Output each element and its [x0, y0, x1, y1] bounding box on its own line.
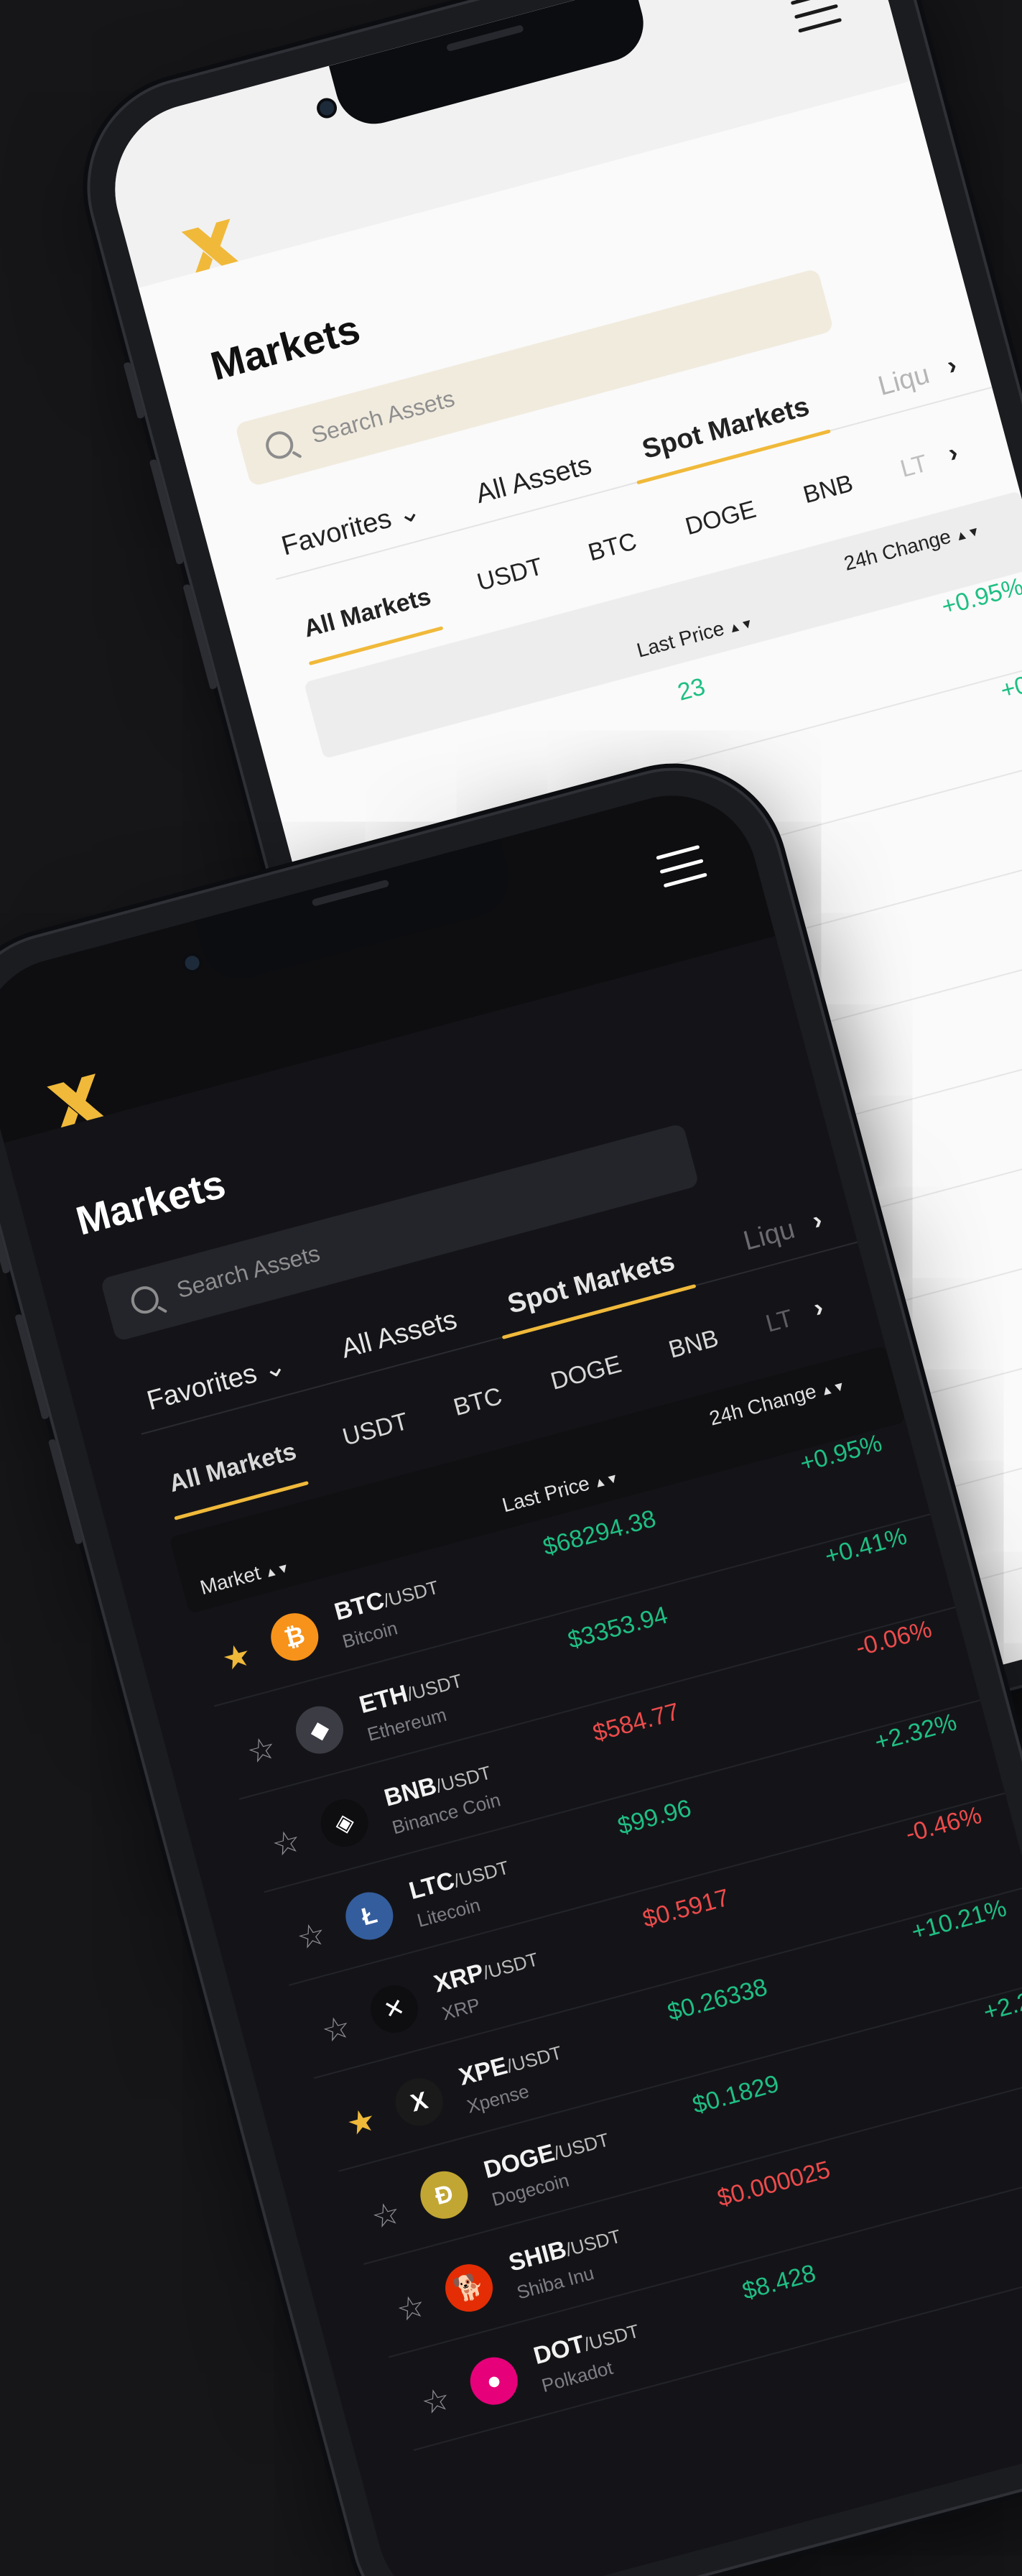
- subtab-usdt[interactable]: USDT: [474, 553, 546, 597]
- polkadot-icon: ●: [465, 2352, 524, 2411]
- last-price: $584.77: [590, 1697, 683, 1748]
- xpense-icon: X: [390, 2072, 449, 2131]
- subtab-bnb[interactable]: BNB: [800, 469, 856, 509]
- header-24h-change[interactable]: 24h Change▲▼: [842, 517, 982, 576]
- tab-favorites[interactable]: Favorites ⌄: [278, 494, 424, 563]
- subtab-bnb[interactable]: BNB: [666, 1324, 722, 1365]
- menu-icon[interactable]: [790, 0, 843, 37]
- chevron-right-icon[interactable]: ›: [810, 1292, 826, 1324]
- subtab-ltc[interactable]: LT: [898, 450, 931, 484]
- search-icon: [262, 428, 297, 462]
- dogecoin-icon: Ð: [414, 2166, 473, 2225]
- litecoin-icon: Ł: [340, 1887, 399, 1945]
- chevron-down-icon: ⌄: [259, 1350, 289, 1386]
- subtab-btc[interactable]: BTC: [451, 1382, 506, 1422]
- last-price: $8.428: [739, 2259, 819, 2306]
- star-filled-icon[interactable]: ★: [343, 2102, 380, 2143]
- tab-liquidity[interactable]: Liqu: [740, 1214, 799, 1257]
- chevron-right-icon[interactable]: ›: [944, 350, 960, 382]
- subtab-all-markets[interactable]: All Markets: [301, 583, 434, 644]
- subtab-doge[interactable]: DOGE: [682, 496, 759, 542]
- search-icon: [128, 1283, 162, 1317]
- star-outline-icon[interactable]: ☆: [418, 2381, 455, 2422]
- binance-icon: ◈: [315, 1793, 374, 1852]
- chevron-right-icon[interactable]: ›: [809, 1204, 825, 1236]
- star-outline-icon[interactable]: ☆: [269, 1823, 305, 1865]
- ethereum-icon: ◆: [290, 1701, 349, 1759]
- search-placeholder: Search Assets: [308, 385, 457, 448]
- page-title: Markets: [205, 305, 365, 389]
- last-price: $99.96: [615, 1794, 695, 1840]
- menu-icon[interactable]: [656, 844, 708, 891]
- last-price: $3353.94: [565, 1601, 671, 1654]
- search-placeholder: Search Assets: [174, 1239, 323, 1303]
- subtab-doge[interactable]: DOGE: [548, 1350, 625, 1396]
- shiba-inu-icon: 🐕: [440, 2258, 498, 2317]
- subtab-btc[interactable]: BTC: [585, 527, 640, 567]
- last-price: $0.26338: [664, 1973, 771, 2026]
- last-price: $0.5917: [639, 1883, 733, 1934]
- bitcoin-icon: ₿: [265, 1607, 324, 1666]
- tab-all-assets[interactable]: All Assets: [338, 1305, 460, 1365]
- pair-label: LTC/USDT: [406, 1856, 511, 1906]
- star-outline-icon[interactable]: ☆: [243, 1730, 280, 1771]
- tab-liquidity[interactable]: Liqu: [875, 359, 933, 402]
- star-filled-icon[interactable]: ★: [218, 1637, 255, 1679]
- subtab-ltc[interactable]: LT: [763, 1304, 796, 1338]
- tab-favorites[interactable]: Favorites ⌄: [144, 1349, 290, 1417]
- price: 23: [674, 673, 708, 706]
- header-24h-change[interactable]: 24h Change▲▼: [707, 1372, 847, 1430]
- last-price: $0.1829: [689, 2069, 782, 2120]
- star-outline-icon[interactable]: ☆: [318, 2008, 355, 2050]
- subtab-all-markets[interactable]: All Markets: [167, 1438, 299, 1499]
- star-outline-icon[interactable]: ☆: [368, 2194, 404, 2236]
- star-outline-icon[interactable]: ☆: [293, 1916, 330, 1957]
- mockup-stage: Markets Search Assets Favorites ⌄ All As…: [0, 0, 1022, 2576]
- tab-all-assets[interactable]: All Assets: [473, 450, 595, 510]
- chevron-down-icon: ⌄: [394, 495, 424, 531]
- subtab-usdt[interactable]: USDT: [340, 1408, 412, 1452]
- tab-spot-markets[interactable]: Spot Markets: [504, 1246, 678, 1320]
- star-outline-icon[interactable]: ☆: [393, 2288, 429, 2330]
- pair-label: XRP/USDT: [431, 1948, 541, 1998]
- tab-spot-markets[interactable]: Spot Markets: [639, 392, 813, 466]
- xrp-icon: ✕: [365, 1980, 424, 2039]
- page-title: Markets: [71, 1160, 231, 1244]
- coin-name: XRP: [440, 1993, 483, 2025]
- chevron-right-icon[interactable]: ›: [945, 437, 961, 468]
